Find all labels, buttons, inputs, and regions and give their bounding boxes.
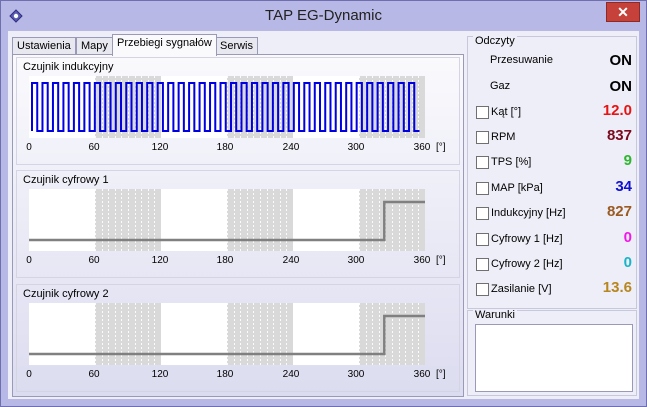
x-axis: 0 60 120 180 240 300 360 [°] (26, 142, 459, 156)
tick-label: 240 (282, 255, 300, 266)
tps-checkbox[interactable] (476, 156, 489, 169)
reading-label: Cyfrowy 1 [Hz] (491, 233, 563, 245)
axis-unit: [°] (436, 142, 446, 153)
reading-value: 0 (623, 229, 632, 246)
signal-trace (31, 82, 420, 132)
tick-label: 300 (347, 142, 365, 153)
rpm-checkbox[interactable] (476, 131, 489, 144)
warnings-group: Warunki (467, 309, 637, 396)
reading-label: TPS [%] (491, 156, 532, 168)
tick-label: 180 (216, 142, 234, 153)
reading-row-indukcyjny: Indukcyjny [Hz] 827 (474, 203, 632, 225)
map-checkbox[interactable] (476, 182, 489, 195)
x-axis: 0 60 120 180 240 300 360 [°] (26, 255, 459, 269)
tick-label: 0 (26, 369, 32, 380)
tick-label: 360 (413, 369, 431, 380)
warnings-list[interactable] (475, 324, 633, 392)
reading-label: Zasilanie [V] (491, 283, 552, 295)
chart-title: Czujnik cyfrowy 2 (23, 288, 109, 300)
cyfrowy-2-checkbox[interactable] (476, 258, 489, 271)
reading-label: MAP [kPa] (491, 182, 543, 194)
zasilanie-checkbox[interactable] (476, 283, 489, 296)
signals-panel: Czujnik indukcyjny 0 60 120 180 240 300 … (12, 54, 464, 397)
title-bar[interactable]: TAP EG-Dynamic ✕ (1, 1, 646, 31)
reading-value: 34 (615, 178, 632, 195)
cyfrowy-1-checkbox[interactable] (476, 233, 489, 246)
axis-unit: [°] (436, 255, 446, 266)
tick-label: 60 (88, 142, 100, 153)
reading-value: 9 (623, 152, 632, 169)
axis-unit: [°] (436, 369, 446, 380)
reading-value: ON (609, 78, 633, 95)
tick-label: 180 (216, 255, 234, 266)
reading-row-cyfrowy-2: Cyfrowy 2 [Hz] 0 (474, 254, 632, 276)
tick-label: 120 (151, 255, 169, 266)
chart-title: Czujnik cyfrowy 1 (23, 174, 109, 186)
tick-label: 180 (216, 369, 234, 380)
x-axis: 0 60 120 180 240 300 360 [°] (26, 369, 459, 383)
client-area: Ustawienia Mapy Przebiegi sygnałów Serwi… (8, 31, 639, 399)
tick-label: 60 (88, 369, 100, 380)
reading-value: 0 (623, 254, 632, 271)
reading-row-tps: TPS [%] 9 (474, 152, 632, 174)
reading-label: Cyfrowy 2 [Hz] (491, 258, 563, 270)
close-button[interactable]: ✕ (606, 2, 640, 22)
reading-row-zasilanie: Zasilanie [V] 13.6 (474, 279, 632, 301)
tab-serwis[interactable]: Serwis (215, 37, 259, 55)
warnings-title: Warunki (473, 309, 517, 321)
tick-label: 300 (347, 369, 365, 380)
tick-label: 360 (413, 255, 431, 266)
reading-label: Przesuwanie (490, 54, 553, 66)
tick-label: 0 (26, 255, 32, 266)
tick-label: 240 (282, 142, 300, 153)
reading-label: RPM (491, 131, 516, 143)
reading-row-map: MAP [kPa] 34 (474, 178, 632, 200)
reading-value: 12.0 (602, 102, 632, 119)
reading-row-cyfrowy-1: Cyfrowy 1 [Hz] 0 (474, 229, 632, 251)
digital-sensor-1-chart: Czujnik cyfrowy 1 0 60 120 180 240 300 3… (16, 170, 460, 278)
tick-label: 0 (26, 142, 32, 153)
reading-label: Gaz (490, 80, 511, 92)
chart-title: Czujnik indukcyjny (23, 61, 114, 73)
reading-value: 827 (606, 203, 632, 220)
plot-area (29, 189, 425, 251)
digital-sensor-2-chart: Czujnik cyfrowy 2 0 60 120 180 240 300 3… (16, 284, 460, 392)
app-window: TAP EG-Dynamic ✕ Ustawienia Mapy Przebie… (0, 0, 647, 407)
plot-area (29, 303, 425, 365)
reading-value: 13.6 (602, 279, 632, 296)
tick-label: 240 (282, 369, 300, 380)
readings-group: Odczyty Przesuwanie ON Gaz ON Kąt [°] 12… (467, 35, 637, 309)
window-title: TAP EG-Dynamic (265, 7, 382, 24)
kat-checkbox[interactable] (476, 106, 489, 119)
tab-przebiegi-sygnalow[interactable]: Przebiegi sygnałów (112, 34, 217, 56)
tick-label: 60 (88, 255, 100, 266)
reading-row-kat: Kąt [°] 12.0 (474, 102, 632, 124)
reading-value: 837 (606, 127, 632, 144)
tab-mapy[interactable]: Mapy (76, 37, 113, 55)
reading-row-przesuwanie: Przesuwanie ON (474, 52, 632, 74)
inductive-sensor-chart: Czujnik indukcyjny 0 60 120 180 240 300 … (16, 57, 460, 165)
tab-ustawienia[interactable]: Ustawienia (12, 37, 76, 55)
tick-label: 120 (151, 142, 169, 153)
tick-label: 360 (413, 142, 431, 153)
tick-label: 300 (347, 255, 365, 266)
reading-value: ON (609, 52, 633, 69)
reading-row-gaz: Gaz ON (474, 78, 632, 100)
reading-label: Kąt [°] (491, 106, 522, 118)
reading-label: Indukcyjny [Hz] (491, 207, 566, 219)
readings-title: Odczyty (473, 35, 517, 47)
plot-area (29, 76, 425, 138)
reading-row-rpm: RPM 837 (474, 127, 632, 149)
indukcyjny-checkbox[interactable] (476, 207, 489, 220)
tick-label: 120 (151, 369, 169, 380)
